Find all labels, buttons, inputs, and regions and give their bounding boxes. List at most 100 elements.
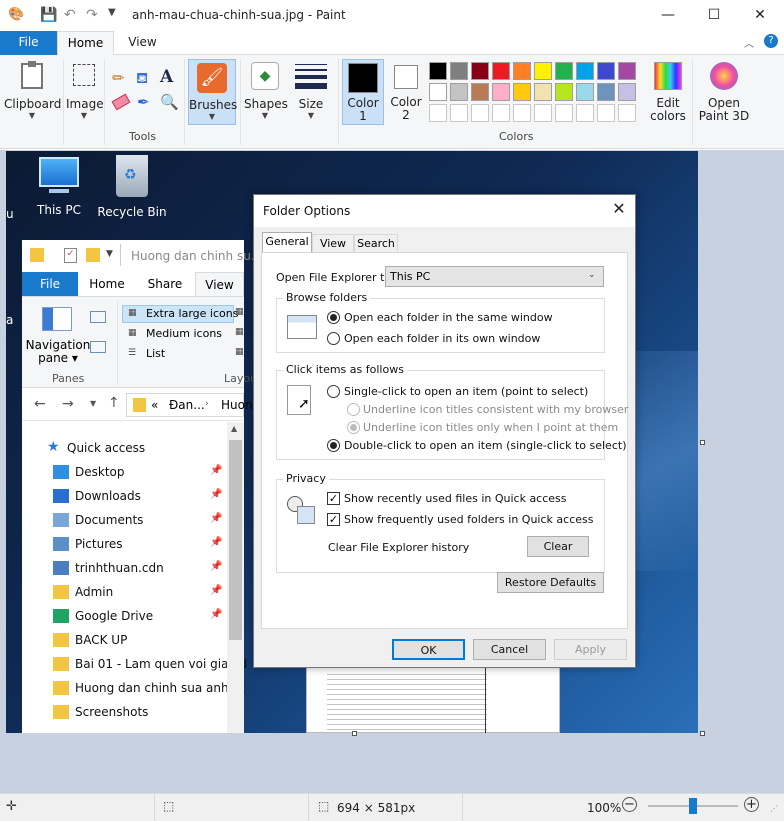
color-swatch[interactable] [450, 83, 468, 101]
resize-handle[interactable] [700, 440, 705, 445]
quick-access-item-label: BACK UP [75, 633, 128, 647]
tab-view[interactable]: View [114, 31, 171, 55]
quick-access-item: Huong dan chinh sua anh cc [22, 677, 246, 701]
resize-handle[interactable] [700, 731, 705, 736]
custom-color-slot[interactable] [618, 104, 636, 122]
color1-button[interactable]: Color 1 [342, 59, 384, 125]
folder-icon [53, 537, 69, 551]
eraser-icon[interactable] [111, 93, 131, 111]
quick-access-item: BACK UP [22, 629, 244, 653]
open-paint3d-button[interactable]: Open Paint 3D [698, 59, 750, 125]
underline-point-label: Underline icon titles only when I point … [363, 421, 619, 434]
color-swatch[interactable] [492, 83, 510, 101]
quick-access-item: trinhthuan.cdn 📌 [22, 557, 244, 581]
color-swatch[interactable] [492, 62, 510, 80]
custom-color-slot[interactable] [555, 104, 573, 122]
maximize-button[interactable]: ☐ [691, 0, 737, 31]
back-arrow-icon: ← [34, 396, 46, 412]
chevron-down-icon: ▼ [90, 399, 97, 408]
close-button[interactable]: ✕ [737, 0, 783, 31]
size-button[interactable]: Size ▼ [290, 59, 332, 125]
edit-colors-label: Edit colors [650, 96, 686, 123]
color-swatch[interactable] [429, 83, 447, 101]
color-swatch[interactable] [429, 62, 447, 80]
image-button[interactable]: Image ▼ [66, 59, 104, 125]
color-swatch[interactable] [534, 62, 552, 80]
custom-color-slot[interactable] [513, 104, 531, 122]
custom-color-slot[interactable] [492, 104, 510, 122]
ribbon-tabs: File Home View ︿ ? [0, 31, 784, 56]
explorer-tab-home: Home [89, 277, 125, 291]
computer-icon [39, 157, 79, 187]
zoom-slider-thumb[interactable] [689, 798, 697, 814]
custom-color-slot[interactable] [597, 104, 615, 122]
folder-icon [53, 681, 69, 695]
single-click-label: Single-click to open an item (point to s… [344, 385, 589, 398]
clipboard-button[interactable]: Clipboard ▼ [4, 59, 61, 125]
quick-access-item-label: Admin [75, 585, 114, 599]
redo-icon[interactable]: ↷ [86, 7, 98, 23]
resize-handle[interactable] [352, 731, 357, 736]
save-icon[interactable]: 💾 [40, 7, 57, 23]
resize-grip-icon[interactable]: ⋰ [770, 804, 778, 813]
size-label: Size [298, 97, 324, 111]
folder-icon [53, 489, 69, 503]
color-swatch[interactable] [576, 83, 594, 101]
scroll-up-icon: ▲ [231, 424, 238, 433]
up-arrow-icon: ↑ [108, 395, 120, 411]
edit-colors-button[interactable]: Edit colors [648, 59, 688, 125]
pin-icon: 📌 [210, 513, 223, 524]
zoom-out-button[interactable]: − [622, 797, 637, 812]
desktop-edge-text: u [6, 207, 14, 221]
color-swatch[interactable] [450, 62, 468, 80]
custom-color-slot[interactable] [534, 104, 552, 122]
shapes-button[interactable]: ◆ Shapes ▼ [244, 59, 288, 125]
text-tool-icon[interactable]: A [160, 67, 173, 87]
zoom-in-button[interactable]: + [744, 797, 759, 812]
quick-access-item-label: Desktop [75, 465, 125, 479]
color-swatch[interactable] [534, 83, 552, 101]
color-swatch[interactable] [618, 83, 636, 101]
status-bar: ✛ ⬚ ⬚ 694 × 581px 100% − + ⋰ [0, 793, 784, 821]
color-swatch[interactable] [471, 83, 489, 101]
zoom-level: 100% [587, 801, 622, 815]
color-swatch[interactable] [597, 83, 615, 101]
color-swatch[interactable] [513, 62, 531, 80]
custom-color-slot[interactable] [450, 104, 468, 122]
fill-bucket-icon[interactable]: ⛾ [136, 69, 148, 89]
color2-button[interactable]: Color 2 [386, 59, 426, 125]
color-swatch[interactable] [555, 83, 573, 101]
tab-home[interactable]: Home [57, 31, 114, 56]
color-swatch[interactable] [597, 62, 615, 80]
browse-own-label: Open each folder in its own window [344, 332, 541, 345]
tab-file[interactable]: File [0, 31, 57, 55]
click-items-group: Click items as follows ➚ Single-click to… [276, 363, 628, 460]
color2-label: Color 2 [390, 95, 422, 122]
underline-browser-radio [347, 403, 360, 416]
list-icon: ☰ [128, 348, 137, 358]
forward-arrow-icon: → [62, 396, 74, 412]
color-swatch[interactable] [555, 62, 573, 80]
click-items-legend: Click items as follows [283, 363, 407, 376]
help-icon[interactable]: ? [764, 34, 778, 48]
open-explorer-label: Open File Explorer to: [276, 271, 395, 284]
customize-toolbar-icon[interactable]: ▼ [108, 7, 116, 18]
explorer-title-area: Huong dan chinh su... [120, 244, 262, 266]
minimize-button[interactable]: — [645, 0, 691, 31]
color-swatch[interactable] [576, 62, 594, 80]
brushes-button[interactable]: 🖌 Brushes ▼ [188, 59, 237, 125]
pencil-icon[interactable]: ✏ [112, 69, 125, 87]
custom-color-slot[interactable] [471, 104, 489, 122]
custom-color-slot[interactable] [576, 104, 594, 122]
magnifier-icon[interactable]: 🔍 [160, 93, 179, 111]
collapse-ribbon-icon[interactable]: ︿ [744, 35, 754, 50]
color-picker-icon[interactable]: ✒ [137, 93, 150, 111]
apply-button: Apply [554, 639, 627, 660]
cancel-button: Cancel [473, 639, 546, 660]
divider [63, 59, 64, 145]
undo-icon[interactable]: ↶ [64, 7, 76, 23]
color-swatch[interactable] [618, 62, 636, 80]
color-swatch[interactable] [513, 83, 531, 101]
custom-color-slot[interactable] [429, 104, 447, 122]
color-swatch[interactable] [471, 62, 489, 80]
